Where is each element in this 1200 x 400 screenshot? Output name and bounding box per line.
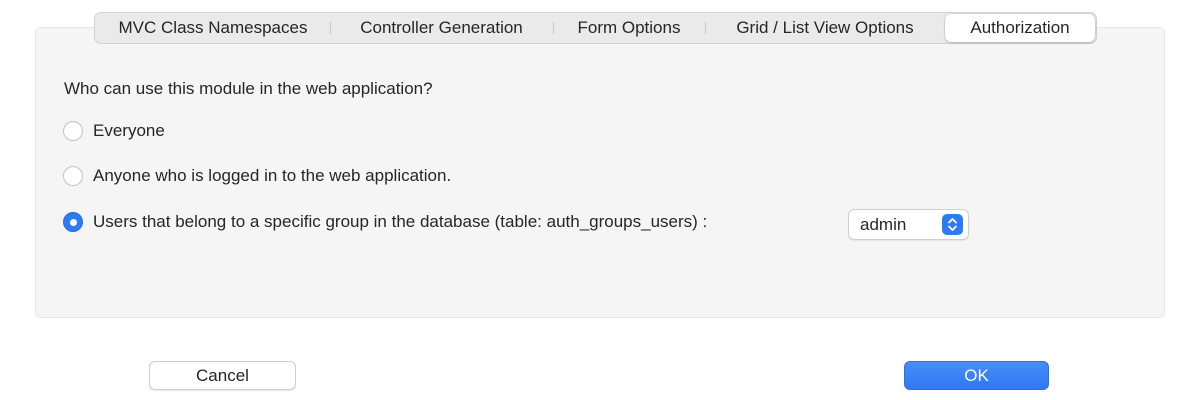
ok-button-label: OK — [964, 365, 989, 385]
authorization-question: Who can use this module in the web appli… — [64, 79, 433, 98]
radio-button-selected[interactable] — [63, 212, 83, 232]
tab-mvc-class-namespaces[interactable]: MVC Class Namespaces — [96, 14, 330, 42]
cancel-button-label: Cancel — [196, 365, 249, 385]
tab-authorization[interactable]: Authorization — [945, 14, 1095, 42]
ok-button[interactable]: OK — [904, 361, 1049, 390]
radio-option-everyone[interactable]: Everyone — [63, 121, 165, 141]
tab-label: Controller Generation — [360, 18, 523, 37]
tab-label: Form Options — [577, 18, 681, 37]
radio-button[interactable] — [63, 166, 83, 186]
cancel-button[interactable]: Cancel — [149, 361, 296, 390]
group-select-value: admin — [860, 214, 907, 234]
group-select[interactable]: admin — [848, 209, 969, 240]
tab-label: Authorization — [970, 18, 1070, 37]
radio-option-specific-group[interactable]: Users that belong to a specific group in… — [63, 212, 707, 232]
tab-bar: MVC Class Namespaces Controller Generati… — [94, 12, 1097, 44]
tab-label: MVC Class Namespaces — [118, 18, 308, 37]
tab-controller-generation[interactable]: Controller Generation — [330, 14, 553, 42]
chevron-up-down-icon — [942, 214, 963, 235]
radio-option-logged-in[interactable]: Anyone who is logged in to the web appli… — [63, 166, 451, 186]
tab-form-options[interactable]: Form Options — [553, 14, 705, 42]
tab-grid-list-view-options[interactable]: Grid / List View Options — [705, 14, 945, 42]
radio-label: Users that belong to a specific group in… — [93, 212, 708, 231]
radio-button[interactable] — [63, 121, 83, 141]
radio-label: Everyone — [93, 121, 165, 140]
tab-label: Grid / List View Options — [736, 18, 914, 37]
radio-label: Anyone who is logged in to the web appli… — [93, 166, 452, 185]
